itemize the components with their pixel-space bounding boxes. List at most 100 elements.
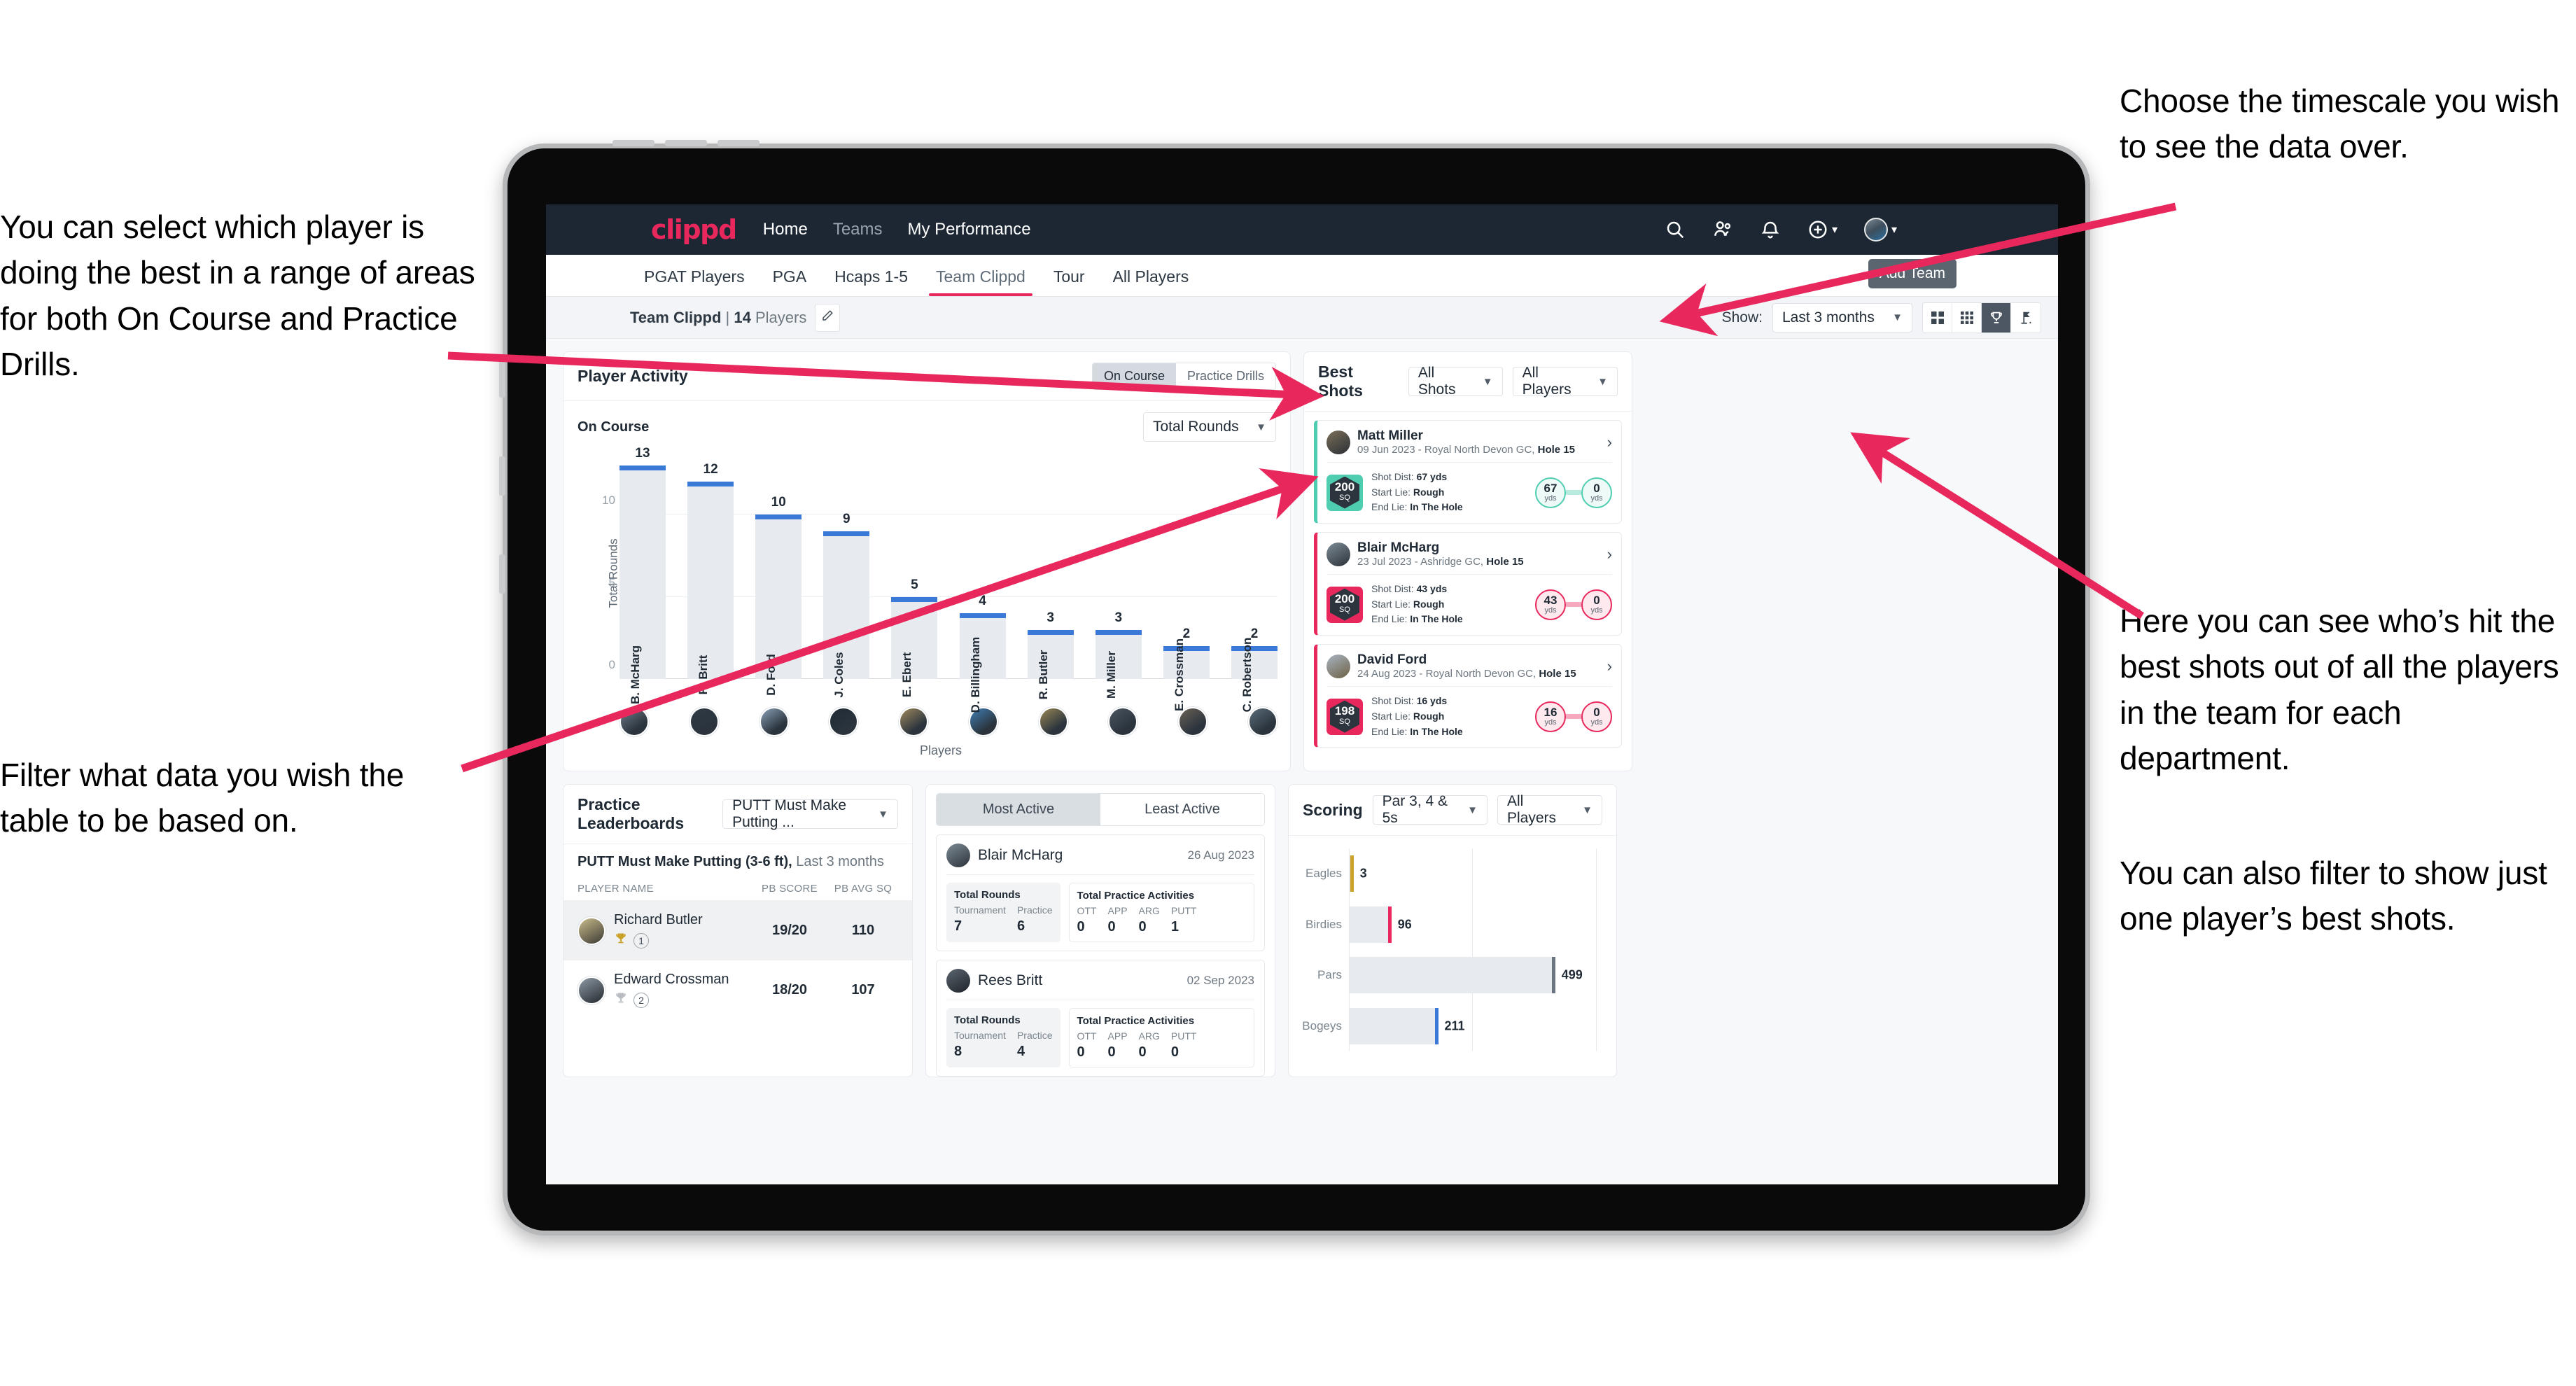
chart-bar-column[interactable]: 2 C. Robertson [1231,449,1278,712]
chart-bar-column[interactable]: 5 E. Ebert [891,449,938,697]
scoring-bar-row[interactable]: Eagles 3 [1298,855,1601,892]
best-shot-card[interactable]: Matt Miller 09 Jun 2023 - Royal North Dev… [1314,420,1622,524]
chart-bar-column[interactable]: 10 D. Ford [755,449,802,696]
tab-tour[interactable]: Tour [1040,267,1099,296]
tab-least-active[interactable]: Least Active [1100,794,1264,825]
chevron-down-icon: ▼ [1467,804,1478,816]
chart-bar-column[interactable]: 4 D. Billingham [959,449,1006,713]
golf-flag-icon[interactable] [2011,303,2040,332]
scoring-bar-row[interactable]: Pars 499 [1298,957,1601,994]
chevron-right-icon[interactable]: › [1607,433,1612,451]
chart-plot-area: 13 B. McHarg 12 R. Britt 10 D. Ford 9 J. Coles 5… [620,446,1278,713]
chart-bar-label: E. Crossman [1172,638,1186,711]
chevron-right-icon[interactable]: › [1607,545,1612,564]
activity-card-list: Blair McHarg 26 Aug 2023 Total Rounds Tourn… [926,834,1275,1077]
plus-circle-icon[interactable] [1807,219,1828,240]
best-shot-card[interactable]: David Ford 24 Aug 2023 - Royal North Devo… [1314,644,1622,748]
player-avatar[interactable] [689,707,719,736]
best-shots-shot-filter[interactable]: All Shots ▼ [1408,365,1503,398]
course-practice-segmented: On Course Practice Drills [1091,363,1276,390]
best-shot-body: 200 SQ Shot Dist: 43 yds Start Lie: Rough En… [1326,575,1612,627]
people-icon[interactable] [1712,219,1733,240]
start-lie-value: Rough [1413,710,1445,722]
tab-all-players[interactable]: All Players [1099,267,1203,296]
tab-most-active[interactable]: Most Active [937,794,1100,825]
player-avatar[interactable] [1038,707,1068,736]
team-summary: Team Clippd | 14 Players [630,309,806,327]
chart-bar-column[interactable]: 3 R. Butler [1027,449,1074,699]
activity-player-card[interactable]: Rees Britt 02 Sep 2023 Total Rounds Tournam… [936,960,1265,1077]
tab-pgat-players[interactable]: PGAT Players [630,267,759,296]
nav-link-my-performance[interactable]: My Performance [908,220,1031,239]
player-avatar[interactable] [759,707,789,736]
grid-3x3-icon[interactable] [1952,302,1982,332]
chart-bar-column[interactable]: 2 E. Crossman [1163,449,1210,711]
scoring-category-label: Birdies [1306,917,1342,931]
practice-leaderboards-subtitle: PUTT Must Make Putting (3-6 ft), Last 3 … [564,844,912,877]
end-lie-value: In The Hole [1410,501,1463,513]
leaderboard-rows: Richard Butler 1 19/20 110 Edward Crossman 2 1… [564,901,912,1020]
tab-team-clippd[interactable]: Team Clippd [922,267,1040,296]
clippd-logo[interactable]: clippd [651,214,737,245]
activity-player-card[interactable]: Blair McHarg 26 Aug 2023 Total Rounds Tourn… [936,834,1265,951]
table-row[interactable]: Richard Butler 1 19/20 110 [564,901,912,960]
grid-2x2-icon[interactable] [1923,302,1952,332]
bell-icon[interactable] [1760,219,1781,240]
best-shot-card[interactable]: Blair McHarg 23 Jul 2023 - Ashridge GC, H… [1314,532,1622,636]
player-avatar[interactable] [620,707,649,736]
player-avatar[interactable] [829,707,859,736]
chart-bar-column[interactable]: 13 B. McHarg [620,446,666,704]
chart-bar: R. Britt [687,482,734,694]
tab-hcaps-1-5[interactable]: Hcaps 1-5 [820,267,922,296]
scoring-bar-row[interactable]: Birdies 96 [1298,906,1601,943]
activity-tabs: Most Active Least Active [936,793,1265,826]
drill-select[interactable]: PUTT Must Make Putting ... ▼ [722,797,898,830]
leaderboard-rank: 1 [614,932,703,949]
best-shot-player-name: Matt Miller [1357,428,1423,443]
best-shot-body: 198 SQ Shot Dist: 16 yds Start Lie: Rough En… [1326,687,1612,739]
scoring-bar-row[interactable]: Bogeys 211 [1298,1007,1601,1044]
trophy-icon[interactable] [1982,302,2011,332]
shot-dist-line: Shot Dist: 16 yds [1371,694,1463,709]
section-tab-bar: PGAT Players PGA Hcaps 1-5 Team Clippd T… [546,255,2058,297]
nav-link-teams[interactable]: Teams [833,220,883,239]
chart-bar-column[interactable]: 12 R. Britt [687,449,734,694]
table-row[interactable]: Edward Crossman 2 18/20 107 [564,960,912,1020]
tab-pga[interactable]: PGA [759,267,821,296]
practice-stat: ARG 0 [1138,1030,1160,1060]
avatar[interactable] [1863,218,1888,241]
player-avatar[interactable] [899,707,929,736]
edit-team-button[interactable] [815,303,841,332]
scoring-bar-value: 211 [1444,1018,1465,1033]
segment-practice-drills[interactable]: Practice Drills [1175,363,1275,389]
chevron-right-icon[interactable]: › [1607,657,1612,676]
best-shots-player-filter[interactable]: All Players ▼ [1512,365,1618,398]
chart-bar-column[interactable]: 3 M. Miller [1095,449,1142,699]
shot-to-circle: 0 yds [1581,701,1612,732]
nav-link-home[interactable]: Home [763,220,808,239]
best-shot-header: David Ford 24 Aug 2023 - Royal North Devo… [1326,652,1612,687]
scoring-bar [1349,1007,1435,1044]
player-avatar [1326,542,1350,566]
practice-stat: OTT 0 [1077,905,1097,934]
search-icon[interactable] [1665,219,1686,240]
scoring-par-filter[interactable]: Par 3, 4 & 5s ▼ [1372,793,1488,826]
shot-from-circle: 43 yds [1535,589,1566,620]
metric-select[interactable]: Total Rounds ▼ [1143,412,1276,442]
chart-bar-cap [1095,629,1142,635]
practice-stat: APP 0 [1107,1030,1128,1060]
start-lie-line: Start Lie: Rough [1371,709,1463,724]
player-activity-chart: Total Rounds 0 5 10 13 B. McHarg 12 R. Britt 1… [576,446,1278,713]
timescale-select[interactable]: Last 3 months ▼ [1772,302,1912,332]
scoring-player-filter[interactable]: All Players ▼ [1497,793,1602,826]
player-avatar[interactable] [1108,707,1138,736]
player-avatar[interactable] [1178,707,1208,736]
add-menu[interactable]: ▾ [1807,219,1837,240]
segment-on-course[interactable]: On Course [1092,363,1176,389]
chart-bar-column[interactable]: 9 J. Coles [823,449,870,698]
chart-bar-cap [687,482,734,486]
user-menu[interactable]: ▾ [1863,218,1897,241]
drill-period: Last 3 months [796,854,884,869]
rank-number: 1 [634,932,649,948]
chart-bar-label: B. McHarg [629,645,642,705]
